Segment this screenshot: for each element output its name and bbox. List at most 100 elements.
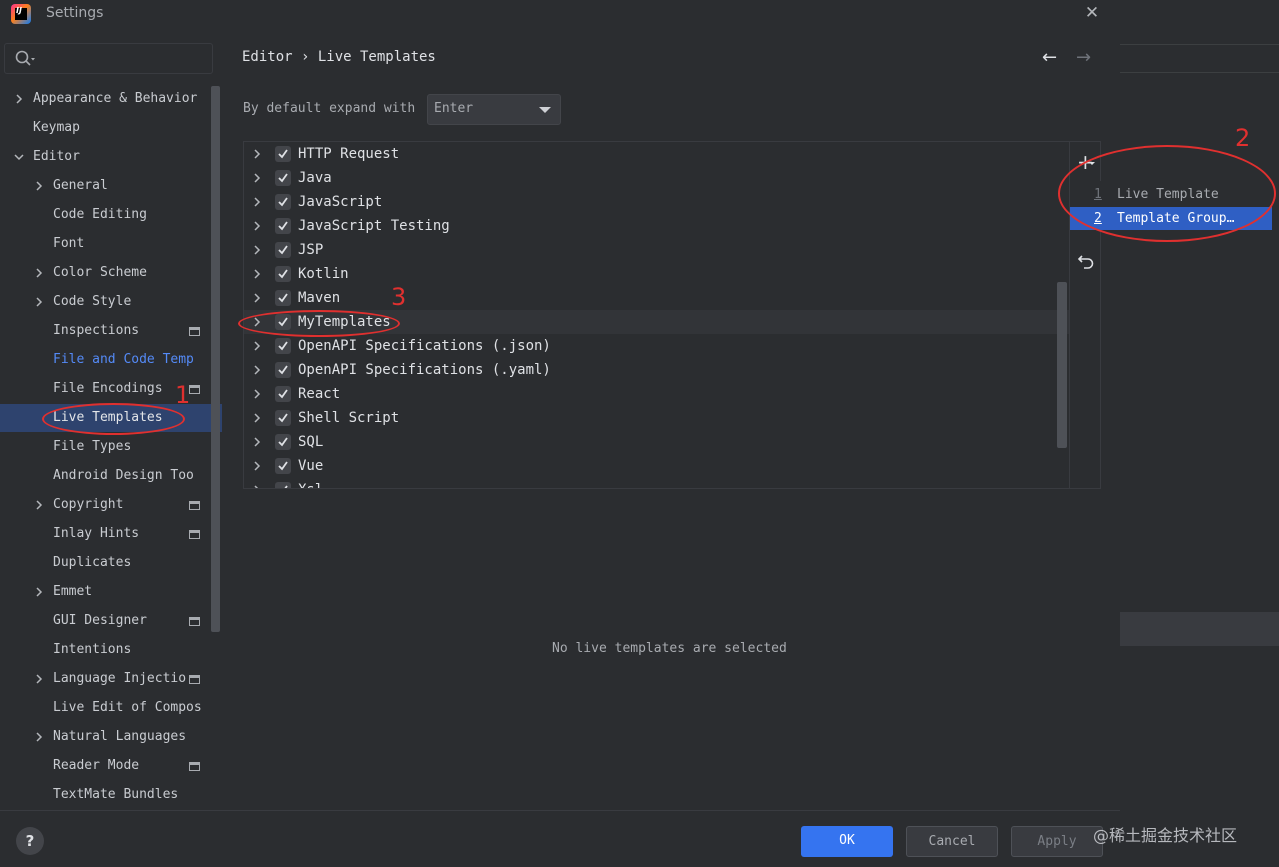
sidebar-item-label: Android Design Too (53, 468, 194, 483)
sidebar-scrollbar[interactable] (211, 86, 220, 632)
chevron-right-icon[interactable] (34, 674, 44, 684)
close-icon[interactable]: ✕ (1082, 3, 1102, 23)
template-group-checkbox[interactable] (275, 386, 291, 402)
chevron-down-icon[interactable] (14, 152, 24, 162)
chevron-right-icon[interactable] (14, 94, 24, 104)
template-group-row[interactable]: JavaScript Testing (244, 214, 1069, 238)
template-group-row[interactable]: JSP (244, 238, 1069, 262)
sidebar-item[interactable]: Intentions (0, 636, 210, 664)
chevron-right-icon[interactable] (34, 268, 44, 278)
help-button[interactable]: ? (16, 827, 44, 855)
settings-search-input[interactable] (4, 43, 213, 74)
annotation-ellipse-2 (1058, 145, 1276, 242)
template-group-row[interactable]: HTTP Request (244, 142, 1069, 166)
template-group-row[interactable]: OpenAPI Specifications (.yaml) (244, 358, 1069, 382)
chevron-right-icon[interactable] (252, 389, 262, 399)
template-group-checkbox[interactable] (275, 410, 291, 426)
expand-with-dropdown[interactable]: Enter (427, 94, 561, 125)
template-group-row[interactable]: JavaScript (244, 190, 1069, 214)
cancel-button[interactable]: Cancel (906, 826, 998, 857)
back-arrow-icon[interactable]: ← (1042, 47, 1057, 68)
sidebar-item-label: Inspections (53, 323, 140, 338)
sidebar-item[interactable]: GUI Designer (0, 607, 210, 635)
sidebar-item[interactable]: Inspections (0, 317, 210, 345)
template-group-checkbox[interactable] (275, 362, 291, 378)
sidebar-item[interactable]: Emmet (0, 578, 210, 606)
template-group-row[interactable]: SQL (244, 430, 1069, 454)
checkmark-icon (278, 437, 288, 447)
sidebar-item[interactable]: Inlay Hints (0, 520, 210, 548)
chevron-right-icon[interactable] (252, 149, 262, 159)
sidebar-item[interactable]: Natural Languages (0, 723, 210, 751)
sidebar-item-label: Code Style (53, 294, 132, 309)
sidebar-item[interactable]: File Types (0, 433, 210, 461)
chevron-right-icon[interactable] (252, 245, 262, 255)
sidebar-item[interactable]: Editor (0, 143, 210, 171)
template-group-name: OpenAPI Specifications (.json) (298, 338, 551, 354)
chevron-right-icon[interactable] (34, 500, 44, 510)
sidebar-item[interactable]: File and Code Temp (0, 346, 210, 374)
chevron-right-icon[interactable] (252, 197, 262, 207)
chevron-right-icon[interactable] (252, 293, 262, 303)
template-group-checkbox[interactable] (275, 194, 291, 210)
chevron-right-icon[interactable] (252, 221, 262, 231)
template-group-name: Shell Script (298, 410, 400, 426)
expand-with-label: By default expand with (243, 101, 416, 116)
chevron-right-icon[interactable] (34, 181, 44, 191)
template-group-checkbox[interactable] (275, 290, 291, 306)
template-group-row[interactable]: React (244, 382, 1069, 406)
checkmark-icon (278, 461, 288, 471)
chevron-right-icon[interactable] (252, 485, 262, 489)
template-group-checkbox[interactable] (275, 146, 291, 162)
template-group-checkbox[interactable] (275, 434, 291, 450)
template-group-name: OpenAPI Specifications (.yaml) (298, 362, 551, 378)
chevron-right-icon[interactable] (252, 341, 262, 351)
template-group-row[interactable]: Shell Script (244, 406, 1069, 430)
sidebar-item[interactable]: Android Design Too (0, 462, 210, 490)
template-group-checkbox[interactable] (275, 338, 291, 354)
settings-dialog: Settings ✕ Appearance & Behavior Keymap Ed… (0, 0, 1120, 867)
chevron-right-icon[interactable] (252, 437, 262, 447)
sidebar-item[interactable]: Keymap (0, 114, 210, 142)
sidebar-item[interactable]: Code Style (0, 288, 210, 316)
sidebar-item[interactable]: Duplicates (0, 549, 210, 577)
chevron-right-icon[interactable] (252, 365, 262, 375)
template-group-row[interactable]: Vue (244, 454, 1069, 478)
sidebar-item[interactable]: Reader Mode (0, 752, 210, 780)
sidebar-item[interactable]: Copyright (0, 491, 210, 519)
sidebar-item-label: Appearance & Behavior (33, 91, 198, 106)
sidebar-item[interactable]: Language Injectio (0, 665, 210, 693)
template-group-checkbox[interactable] (275, 266, 291, 282)
template-group-row[interactable]: Xsl (244, 478, 1069, 489)
template-group-row[interactable]: Java (244, 166, 1069, 190)
chevron-right-icon[interactable] (34, 587, 44, 597)
sidebar-item[interactable]: Appearance & Behavior (0, 85, 210, 113)
sidebar-item[interactable]: Code Editing (0, 201, 210, 229)
template-group-checkbox[interactable] (275, 482, 291, 488)
checkmark-icon (278, 173, 288, 183)
forward-arrow-icon[interactable]: → (1076, 47, 1091, 68)
template-group-checkbox[interactable] (275, 170, 291, 186)
background-selected-row (1120, 612, 1279, 646)
sidebar-item[interactable]: General (0, 172, 210, 200)
template-group-checkbox[interactable] (275, 218, 291, 234)
template-group-row[interactable]: Maven (244, 286, 1069, 310)
template-group-checkbox[interactable] (275, 458, 291, 474)
apply-button[interactable]: Apply (1011, 826, 1103, 857)
chevron-right-icon[interactable] (34, 732, 44, 742)
chevron-right-icon[interactable] (252, 413, 262, 423)
chevron-right-icon[interactable] (252, 173, 262, 183)
template-group-row[interactable]: Kotlin (244, 262, 1069, 286)
template-group-row[interactable]: OpenAPI Specifications (.json) (244, 334, 1069, 358)
chevron-right-icon[interactable] (34, 297, 44, 307)
chevron-right-icon[interactable] (252, 269, 262, 279)
ok-button[interactable]: OK (801, 826, 893, 857)
restore-defaults-icon[interactable] (1077, 252, 1095, 270)
template-group-checkbox[interactable] (275, 242, 291, 258)
sidebar-item[interactable]: Live Edit of Compos (0, 694, 210, 722)
sidebar-item[interactable]: Font (0, 230, 210, 258)
chevron-right-icon[interactable] (252, 461, 262, 471)
sidebar-item[interactable]: Color Scheme (0, 259, 210, 287)
list-scrollbar[interactable] (1057, 282, 1067, 448)
sidebar-item[interactable]: TextMate Bundles (0, 781, 210, 809)
